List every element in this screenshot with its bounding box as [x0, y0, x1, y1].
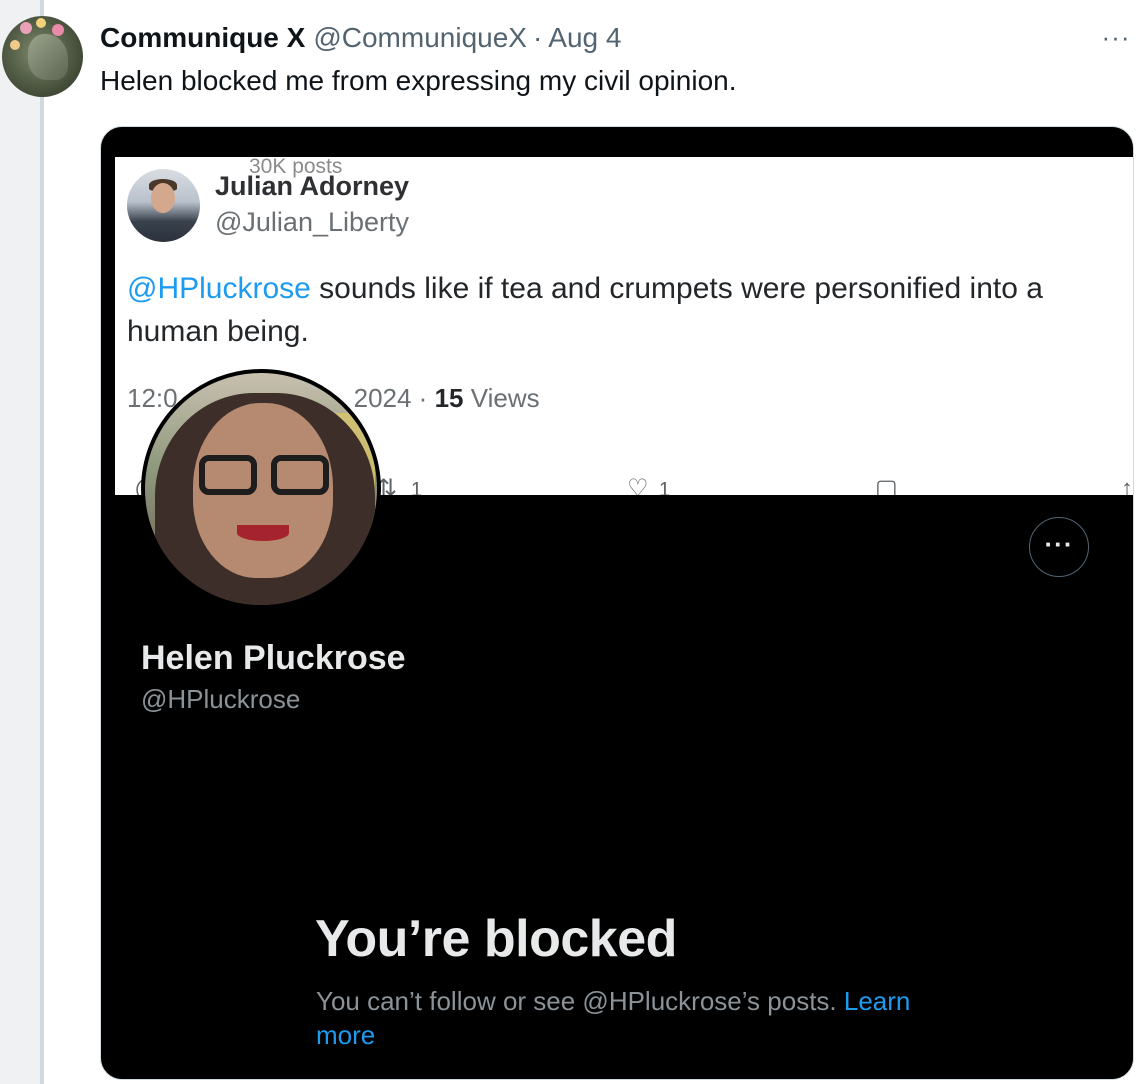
blocked-description: You can’t follow or see @HPluckrose’s po… — [316, 984, 946, 1052]
profile-more-icon: ··· — [1029, 517, 1089, 577]
quoted-author-handle: @Julian_Liberty — [215, 207, 410, 237]
julian-avatar — [127, 169, 200, 242]
quoted-author-name: Julian Adorney — [215, 171, 410, 201]
mention-link: @HPluckrose — [127, 272, 311, 305]
views-count: 15 — [434, 383, 464, 413]
quoted-tweet-text: @HPluckrose sounds like if tea and crump… — [127, 267, 1127, 353]
author-handle[interactable]: @CommuniqueX — [313, 22, 527, 54]
more-options-icon[interactable]: ··· — [1096, 22, 1136, 52]
attached-image[interactable]: 30K posts Julian Adorney @Julian_Liberty… — [100, 126, 1134, 1080]
views-label: Views — [463, 383, 540, 413]
profile-avatar — [141, 369, 381, 609]
author-avatar[interactable] — [2, 16, 83, 97]
profile-name: Helen Pluckrose — [141, 639, 406, 677]
author-name[interactable]: Communique X — [100, 22, 305, 54]
blocked-title: You’re blocked — [315, 910, 677, 968]
profile-handle: @HPluckrose — [141, 684, 301, 714]
quoted-date: 2024 · — [353, 383, 435, 413]
post-date[interactable]: Aug 4 — [548, 22, 621, 54]
thread-connector-line — [40, 0, 44, 1084]
separator-dot: · — [532, 22, 543, 53]
thread-gutter — [0, 0, 44, 1084]
post-header: Communique X @CommuniqueX · Aug 4 — [100, 20, 621, 56]
blocked-description-text: You can’t follow or see @HPluckrose’s po… — [316, 986, 844, 1016]
post-text: Helen blocked me from expressing my civi… — [100, 65, 737, 96]
quoted-time: 12:0 — [127, 383, 178, 413]
